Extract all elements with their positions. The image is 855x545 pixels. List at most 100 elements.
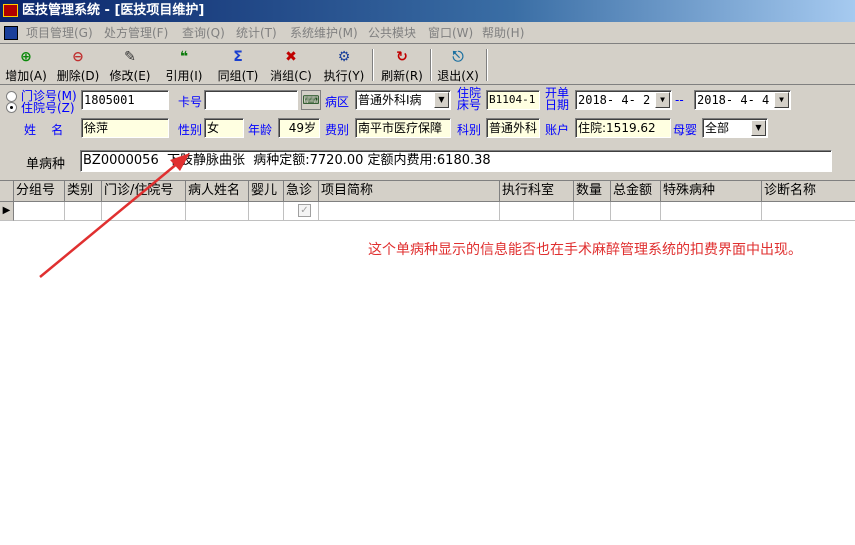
table-cell[interactable]: [14, 202, 65, 221]
ungroup-button-label: 消组(C): [270, 69, 312, 83]
column-header[interactable]: 执行科室: [500, 181, 574, 202]
emergency-checkbox[interactable]: ✓: [298, 204, 311, 217]
inpatient-radio[interactable]: [6, 102, 17, 113]
toolbar-separator: [372, 49, 374, 81]
table-cell[interactable]: [102, 202, 186, 221]
menu-item-system[interactable]: 系统维护(M): [290, 22, 358, 44]
table-cell[interactable]: [574, 202, 611, 221]
inpatient-number-field[interactable]: 1805001: [81, 90, 169, 110]
column-header[interactable]: 特殊病种: [661, 181, 762, 202]
table-cell[interactable]: [65, 202, 102, 221]
date-to-picker[interactable]: 2018- 4- 4 ▼: [694, 90, 791, 110]
grid-corner: [0, 181, 14, 202]
group-button[interactable]: Σ 同组(T): [212, 47, 264, 83]
column-header[interactable]: 分组号: [14, 181, 65, 202]
execute-icon: ⚙: [337, 49, 351, 65]
execute-button[interactable]: ⚙ 执行(Y): [318, 47, 370, 83]
bed-number-field[interactable]: B1104-1: [486, 90, 540, 110]
column-header[interactable]: 婴儿: [249, 181, 284, 202]
refresh-icon: ↻: [396, 49, 408, 65]
fee-type-field[interactable]: 南平市医疗保障: [355, 118, 451, 138]
department-field[interactable]: 普通外科: [486, 118, 540, 138]
edit-button-label: 修改(E): [109, 69, 151, 83]
account-label: 账户: [545, 123, 570, 137]
ungroup-button[interactable]: ✖ 消组(C): [265, 47, 317, 83]
date-from-picker[interactable]: 2018- 4- 2 ▼: [575, 90, 672, 110]
toolbar: ⊕ 增加(A) ⊖ 删除(D) ✎ 修改(E) ❝ 引用(I) Σ 同组(T) …: [0, 45, 855, 85]
quote-button[interactable]: ❝ 引用(I): [158, 47, 210, 83]
table-cell[interactable]: [249, 202, 284, 221]
refresh-button[interactable]: ↻ 刷新(R): [376, 47, 428, 83]
column-header[interactable]: 诊断名称: [762, 181, 855, 202]
quote-icon: ❝: [179, 49, 189, 65]
toolbar-separator: [486, 49, 488, 81]
single-disease-label: 单病种: [26, 157, 66, 172]
items-grid[interactable]: 分组号 类别 门诊/住院号 病人姓名 婴儿 急诊 项目简称 执行科室 数量 总金…: [0, 180, 855, 545]
order-date-label: 开单日期: [545, 86, 570, 112]
single-disease-field[interactable]: BZ0000056 下肢静脉曲张 病种定额:7720.00 定额内费用:6180…: [80, 150, 832, 172]
chevron-down-icon[interactable]: ▼: [434, 92, 449, 108]
card-label: 卡号: [178, 95, 203, 109]
annotation-note: 这个单病种显示的信息能否也在手术麻醉管理系统的扣费界面中出现。: [368, 242, 802, 258]
refresh-button-label: 刷新(R): [381, 69, 423, 83]
chevron-down-icon[interactable]: ▼: [655, 92, 670, 108]
edit-button[interactable]: ✎ 修改(E): [104, 47, 156, 83]
bed-label: 住院床号: [457, 86, 482, 112]
chevron-down-icon[interactable]: ▼: [774, 92, 789, 108]
sigma-icon: Σ: [233, 49, 243, 65]
delete-button[interactable]: ⊖ 删除(D): [52, 47, 104, 83]
name-label: 姓 名: [24, 123, 64, 137]
column-header[interactable]: 类别: [65, 181, 102, 202]
grid-header: 分组号 类别 门诊/住院号 病人姓名 婴儿 急诊 项目简称 执行科室 数量 总金…: [0, 181, 855, 202]
delete-button-label: 删除(D): [56, 69, 100, 83]
ungroup-icon: ✖: [285, 49, 297, 65]
edit-icon: ✎: [124, 49, 136, 65]
menu-item-statistics[interactable]: 统计(T): [236, 22, 277, 44]
delete-icon: ⊖: [72, 49, 84, 65]
column-header[interactable]: 急诊: [284, 181, 319, 202]
outpatient-radio[interactable]: [6, 91, 17, 102]
card-reader-icon[interactable]: ⌨: [301, 90, 321, 110]
add-button[interactable]: ⊕ 增加(A): [0, 47, 52, 83]
infant-select[interactable]: 全部 ▼: [702, 118, 768, 138]
infant-label: 母婴: [673, 123, 698, 137]
table-cell[interactable]: [611, 202, 661, 221]
table-cell[interactable]: [186, 202, 249, 221]
column-header[interactable]: 数量: [574, 181, 611, 202]
menu-item-project[interactable]: 项目管理(G): [26, 22, 93, 44]
menu-item-help[interactable]: 帮助(H): [482, 22, 524, 44]
table-cell[interactable]: [762, 202, 855, 221]
document-icon[interactable]: [4, 26, 18, 40]
menu-item-query[interactable]: 查询(Q): [182, 22, 225, 44]
gender-label: 性别: [178, 123, 203, 137]
column-header[interactable]: 总金额: [611, 181, 661, 202]
ward-select[interactable]: 普通外科Ⅰ病 ▼: [355, 90, 451, 110]
menu-item-window[interactable]: 窗口(W): [428, 22, 473, 44]
menu-item-public[interactable]: 公共模块: [368, 22, 416, 44]
column-header[interactable]: 门诊/住院号: [102, 181, 186, 202]
exit-button-label: 退出(X): [437, 69, 479, 83]
chevron-down-icon[interactable]: ▼: [751, 120, 766, 136]
ward-select-value: 普通外科Ⅰ病: [358, 93, 422, 107]
add-icon: ⊕: [20, 49, 32, 65]
app-icon: [3, 4, 18, 17]
gender-field[interactable]: 女: [204, 118, 244, 138]
column-header[interactable]: 项目简称: [319, 181, 500, 202]
table-row[interactable]: ▶ ✓: [0, 202, 855, 221]
age-label: 年龄: [248, 123, 273, 137]
table-cell[interactable]: [661, 202, 762, 221]
patient-name-field[interactable]: 徐萍: [81, 118, 169, 138]
table-cell[interactable]: [500, 202, 574, 221]
exit-button[interactable]: ⎋ 退出(X): [432, 47, 484, 83]
add-button-label: 增加(A): [5, 69, 47, 83]
age-field[interactable]: 49岁: [278, 118, 320, 138]
ward-label: 病区: [325, 95, 350, 109]
table-cell[interactable]: [319, 202, 500, 221]
card-number-field[interactable]: [204, 90, 298, 110]
menu-bar: 项目管理(G) 处方管理(F) 查询(Q) 统计(T) 系统维护(M) 公共模块…: [0, 22, 855, 44]
column-header[interactable]: 病人姓名: [186, 181, 249, 202]
patient-form: 门诊号(M) 住院号(Z) 1805001 卡号 ⌨ 病区 普通外科Ⅰ病 ▼ 住…: [0, 86, 855, 180]
date-from-value: 2018- 4- 2: [578, 93, 651, 107]
menu-item-prescription[interactable]: 处方管理(F): [104, 22, 168, 44]
account-field[interactable]: 住院:1519.62: [575, 118, 671, 138]
